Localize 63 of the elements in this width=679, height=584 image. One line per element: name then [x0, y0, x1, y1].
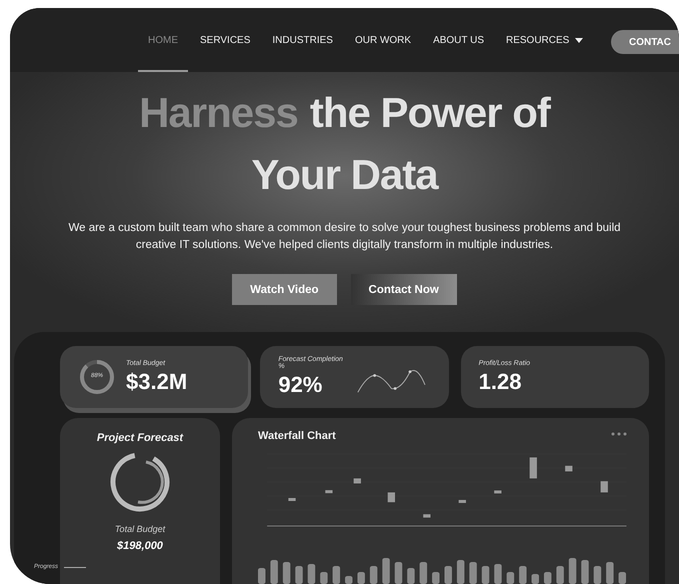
waterfall-bar — [530, 457, 537, 478]
chart-bar — [568, 558, 576, 584]
chart-bar — [345, 576, 352, 584]
chart-bar — [270, 560, 278, 584]
chart-bar — [407, 568, 415, 584]
chart-bar — [320, 572, 328, 584]
nav-link[interactable]: OUR WORK — [344, 10, 422, 72]
chart-bar — [370, 566, 378, 584]
chart-bar — [444, 566, 452, 584]
card-title: Waterfall Chart — [258, 430, 336, 442]
stat-value: $3.2M — [126, 368, 188, 394]
chart-bar — [469, 562, 477, 584]
waterfall-bar — [494, 490, 502, 494]
chart-bar — [532, 574, 539, 584]
waterfall-bar — [565, 466, 572, 472]
caret-icon — [575, 38, 584, 42]
chart-bar — [394, 562, 402, 584]
hero-title: the Power of — [310, 88, 550, 138]
chart-bar — [594, 566, 602, 584]
ring-icon — [108, 450, 172, 514]
more-icon[interactable] — [611, 432, 627, 436]
hero-button[interactable]: Contact Now — [350, 274, 457, 305]
chart-bar — [494, 564, 502, 584]
chart-bar — [482, 566, 490, 584]
chart-bar — [357, 572, 365, 584]
chart-bar — [456, 560, 464, 584]
stat-value: 92% — [278, 372, 324, 398]
budget-value: $198,000 — [117, 540, 163, 552]
progress-ring — [78, 358, 116, 396]
waterfall-bar — [423, 514, 430, 518]
chart-bar — [544, 572, 552, 584]
chart-bar — [420, 562, 428, 584]
chart-bar — [382, 558, 390, 584]
chart-bar — [295, 566, 303, 584]
nav-link[interactable]: RESOURCES — [496, 10, 594, 72]
chart-bar — [519, 566, 527, 584]
hero-description: We are a custom built team who share a common desire to solve your toughest business problems and build creative IT solutions. We've helped clients digitally transform in multiple industries. — [67, 221, 622, 253]
chart-bar — [258, 568, 266, 584]
chart-bar — [606, 562, 614, 584]
hero-title: Harness — [139, 88, 298, 138]
contact-button[interactable]: CONTAC — [610, 30, 679, 54]
chart-bar — [332, 566, 340, 584]
chart-bar — [308, 564, 316, 584]
waterfall-bar — [600, 481, 608, 492]
nav-link[interactable]: INDUSTRIES — [262, 10, 343, 72]
nav-link[interactable]: ABOUT US — [423, 10, 494, 72]
chart-bar — [432, 572, 440, 584]
hero-button[interactable]: Watch Video — [232, 274, 337, 305]
budget-label: Total Budget — [114, 524, 166, 534]
chart-bar — [282, 562, 290, 584]
chart-bar — [506, 572, 514, 584]
hero-title: Your Data — [251, 150, 438, 200]
waterfall-bar — [388, 492, 395, 502]
waterfall-bar — [458, 500, 466, 503]
stat-value: 1.28 — [478, 368, 522, 394]
chart-bar — [556, 566, 564, 584]
chart-bar — [581, 560, 589, 584]
waterfall-bar — [354, 478, 361, 484]
waterfall-bar — [325, 490, 333, 494]
nav-link[interactable]: SERVICES — [190, 10, 260, 72]
chart-bar — [618, 572, 626, 584]
card-title: Project Forecast — [96, 432, 184, 444]
waterfall-bar — [288, 498, 296, 501]
